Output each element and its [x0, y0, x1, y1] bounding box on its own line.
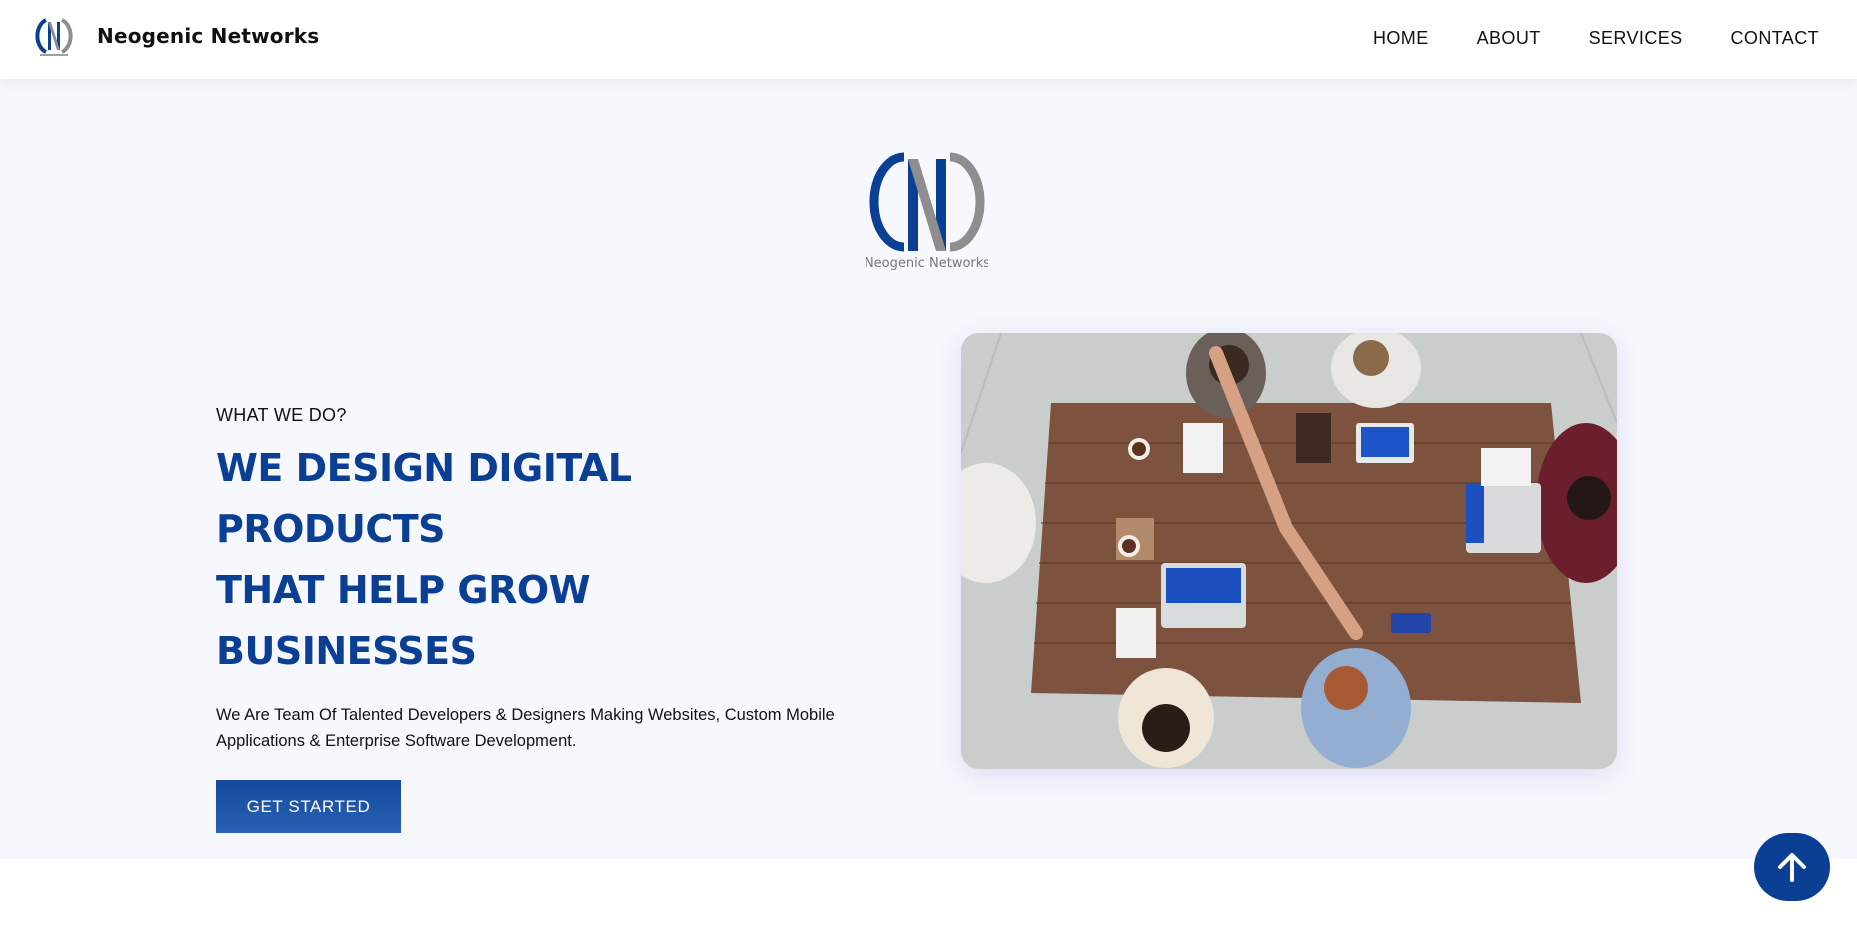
hero-headline: WE DESIGN DIGITAL PRODUCTS THAT HELP GRO… — [216, 438, 856, 682]
hero-kicker: WHAT WE DO? — [216, 405, 347, 425]
get-started-button[interactable]: GET STARTED — [216, 780, 401, 833]
brand[interactable]: Neogenic Networks — [32, 16, 319, 60]
site-header: Neogenic Networks HOME ABOUT SERVICES CO… — [0, 0, 1857, 79]
arrow-up-icon — [1778, 853, 1806, 882]
brand-logo-icon[interactable] — [32, 16, 76, 60]
headline-line-1: WE DESIGN DIGITAL PRODUCTS — [216, 446, 632, 551]
nav-about[interactable]: ABOUT — [1477, 28, 1541, 49]
scroll-to-top-button[interactable] — [1754, 833, 1830, 901]
team-meeting-image — [961, 333, 1617, 769]
brand-name[interactable]: Neogenic Networks — [97, 24, 319, 48]
main-nav: HOME ABOUT SERVICES CONTACT — [1325, 28, 1819, 49]
company-logo-icon: Neogenic Networks — [866, 152, 988, 271]
logo-caption: Neogenic Networks — [866, 256, 988, 271]
nav-contact[interactable]: CONTACT — [1731, 28, 1819, 49]
nav-home[interactable]: HOME — [1373, 28, 1429, 49]
team-meeting-illustration — [961, 333, 1617, 769]
headline-line-2: THAT HELP GROW BUSINESSES — [216, 568, 591, 673]
hero-description: We Are Team Of Talented Developers & Des… — [216, 706, 835, 750]
hero-text: WHAT WE DO? WE DESIGN DIGITAL PRODUCTS T… — [216, 405, 856, 833]
hero-section: Neogenic Networks WHAT WE DO? WE DESIGN … — [0, 79, 1857, 859]
nav-services[interactable]: SERVICES — [1589, 28, 1683, 49]
